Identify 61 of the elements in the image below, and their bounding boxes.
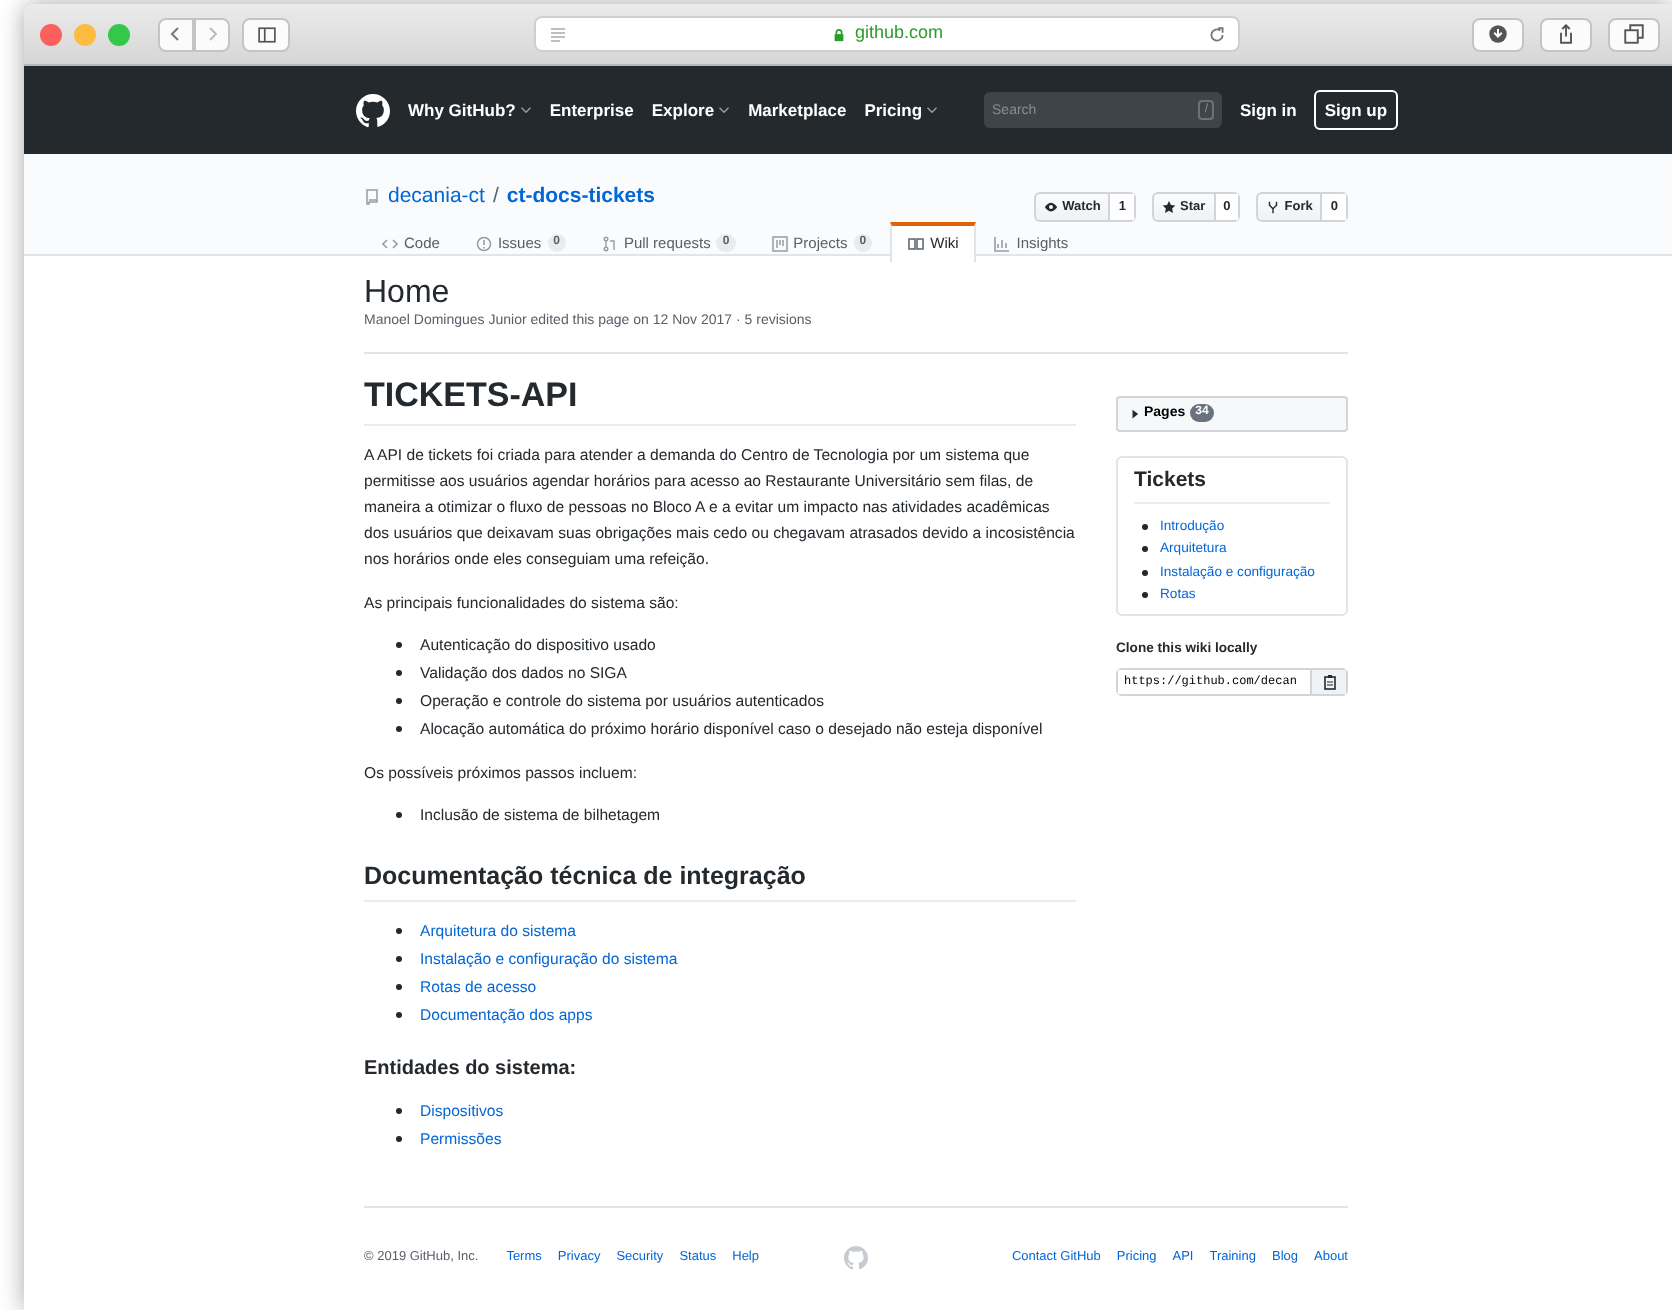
bullet-icon [396,812,402,819]
copy-button[interactable] [1310,669,1346,694]
tabs-icon [1624,24,1644,44]
download-icon [1488,24,1508,44]
repo-name-link[interactable]: ct-docs-tickets [506,181,655,213]
issue-icon [475,235,492,251]
tabs-button[interactable] [1608,17,1660,51]
eye-icon [1044,200,1059,214]
nav-link[interactable]: Explore [651,97,731,123]
reload-icon[interactable] [1208,25,1226,43]
repo-owner-link[interactable]: decania-ct [388,181,485,213]
bullet-icon [396,726,402,733]
caret-icon [1130,407,1140,420]
bullet-icon [1142,592,1148,599]
code-icon [382,235,398,251]
bullet-icon [396,956,402,963]
page-heading: TICKETS-API [364,375,1076,425]
window-control-button[interactable] [40,23,62,45]
nav-link[interactable]: Pricing [864,97,939,123]
toc-title: Tickets [1134,468,1330,504]
bullet-icon [396,928,402,935]
sidebar-icon [255,25,277,43]
bullet-icon [396,670,402,677]
address-bar[interactable]: github.com [534,16,1240,52]
bullet-icon [1142,523,1148,530]
nav-link[interactable]: Enterprise [549,97,634,123]
nav-link[interactable]: Why GitHub? [408,97,532,123]
bullet-icon [396,642,402,649]
bullet-icon [1142,569,1148,576]
bullet-icon [396,698,402,705]
bullet-icon [396,1136,402,1143]
bullet-icon [1142,546,1148,553]
repository-icon [364,188,380,206]
star-icon [1162,200,1176,214]
sign-up-button[interactable]: Sign up [1314,89,1398,131]
download-button[interactable] [1472,17,1524,51]
project-icon [771,235,788,251]
share-button[interactable] [1540,17,1592,51]
sidebar-button[interactable] [242,17,290,51]
bullet-icon [396,1108,402,1115]
page-title: Home [364,276,452,312]
url-text: github.com [854,20,944,47]
share-icon [1556,24,1576,44]
github-logo[interactable] [356,93,390,127]
fork-icon [1266,200,1281,214]
reader-icon [548,26,568,42]
section-heading: Documentação técnica de integração [364,861,1076,902]
lock-icon [832,27,847,41]
back-icon [168,26,184,42]
bullet-icon [396,1012,402,1019]
forward-icon [204,26,220,42]
path-separator: / [492,181,499,212]
graph-icon [994,235,1011,251]
sign-in-link[interactable]: Sign in [1240,97,1297,123]
back-button[interactable] [158,17,194,51]
section-heading: Entidades do sistema: [364,1057,579,1082]
pull-request-icon [601,235,618,251]
bullet-icon [396,984,402,991]
book-icon [908,236,925,252]
clipboard-icon [1321,673,1338,690]
nav-link[interactable]: Marketplace [748,97,847,123]
